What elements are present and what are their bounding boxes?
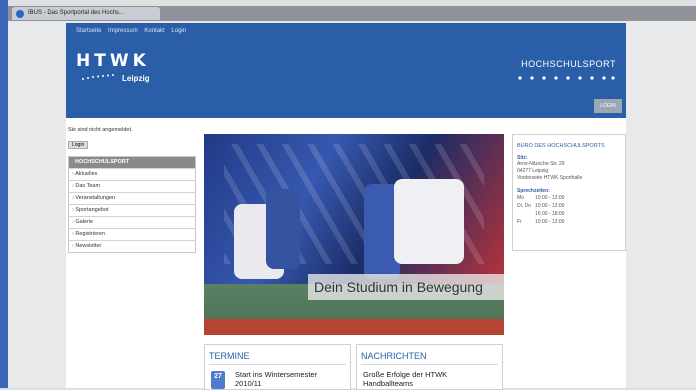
nav-home-link[interactable]: Startseite [76, 28, 101, 34]
hours-row: Fr 10:00 - 12:00 [513, 218, 625, 226]
news-entry-link[interactable]: Große Erfolge der HTWK Handballteams [363, 370, 493, 388]
hero-mat [204, 319, 504, 335]
hours-label: Sprechzeiten: [517, 188, 550, 194]
top-navigation: Startseite Impressum Kontakt Login [76, 28, 191, 34]
office-title: BÜRO DES HOCHSCHULSPORTS [517, 143, 605, 149]
address-line: Vorderseite HTWK Sporthalle [517, 175, 583, 181]
nav-login-link[interactable]: Login [171, 28, 186, 34]
termine-title: TERMINE [209, 351, 250, 361]
sidebar-item-sportangebot[interactable]: Sportangebot [69, 204, 195, 216]
hours-day: Fr [517, 219, 522, 225]
htwk-logo[interactable]: HTWK Leipzig [76, 51, 156, 91]
termine-box: TERMINE 27 Start ins Wintersemester 2010… [204, 344, 351, 390]
termine-entry-link[interactable]: Start ins Wintersemester 2010/11 [235, 370, 345, 388]
window-edge [0, 0, 8, 388]
sidebar-menu-title[interactable]: HOCHSCHULSPORT [69, 157, 195, 168]
sidebar-item-galerie[interactable]: Galerie [69, 216, 195, 228]
calendar-icon: 27 [211, 371, 225, 389]
browser-tab-title: IBUS - Das Sportportal des Hochs... [28, 10, 125, 16]
site-header: Startseite Impressum Kontakt Login HTWK … [66, 23, 626, 118]
hours-row: Mo 10:00 - 12:00 [513, 194, 625, 202]
sidebar-login-button[interactable]: Login [68, 141, 89, 149]
browser-tab-bar: IBUS - Das Sportportal des Hochs... [8, 6, 696, 21]
browser-viewport: Startseite Impressum Kontakt Login HTWK … [8, 21, 696, 390]
sidebar-item-newsletter[interactable]: Newsletter [69, 240, 195, 252]
judoka-figure [266, 189, 300, 269]
news-box: NACHRICHTEN Große Erfolge der HTWK Handb… [356, 344, 503, 390]
sidebar-item-aktuelles[interactable]: Aktuelles [69, 168, 195, 180]
site-title: HOCHSCHULSPORT [521, 59, 616, 69]
address-label: Sitz: [517, 155, 528, 161]
hours-time: 10:00 - 12:00 [535, 195, 565, 201]
hours-row: Di, Do 10:00 - 12:00 [513, 202, 625, 210]
hours-day: Di, Do [517, 203, 531, 209]
nav-impressum-link[interactable]: Impressum [108, 28, 138, 34]
hero-slogan: Dein Studium in Bewegung [314, 279, 483, 295]
favicon-icon [16, 10, 24, 18]
news-title: NACHRICHTEN [361, 351, 427, 361]
office-info-box: BÜRO DES HOCHSCHULSPORTS Sitz: Arno-Nitz… [512, 134, 626, 251]
address-line: Arno-Nitzsche-Str. 29 [517, 161, 565, 167]
login-notice: Sie sind nicht angemeldet. [68, 127, 133, 133]
logo-city: Leipzig [122, 74, 150, 83]
divider [361, 364, 498, 365]
logo-text: HTWK [76, 51, 150, 71]
hours-time: 16:00 - 18:00 [535, 211, 565, 217]
hours-time: 10:00 - 12:00 [535, 219, 565, 225]
browser-tab[interactable]: IBUS - Das Sportportal des Hochs... [12, 7, 160, 20]
hours-day: Mo [517, 195, 524, 201]
login-button[interactable]: LOGIN [594, 99, 622, 113]
hours-time: 10:00 - 12:00 [535, 203, 565, 209]
sidebar-item-registrieren[interactable]: Registrieren [69, 228, 195, 240]
hours-row: 16:00 - 18:00 [513, 210, 625, 218]
nav-kontakt-link[interactable]: Kontakt [144, 28, 164, 34]
judoka-figure [394, 179, 464, 264]
divider [209, 364, 346, 365]
decorative-dots-icon [518, 76, 615, 80]
sidebar-item-team[interactable]: Das Team [69, 180, 195, 192]
sidebar-menu: HOCHSCHULSPORT Aktuelles Das Team Verans… [68, 156, 196, 253]
address-line: 04277 Leipzig [517, 168, 549, 174]
web-page: Startseite Impressum Kontakt Login HTWK … [66, 23, 626, 390]
sidebar-item-veranstaltungen[interactable]: Veranstaltungen [69, 192, 195, 204]
sidebar: Sie sind nicht angemeldet. Login HOCHSCH… [68, 127, 196, 253]
calendar-day: 27 [214, 373, 222, 380]
hero-image: Dein Studium in Bewegung [204, 134, 504, 335]
logo-swoosh-icon [82, 74, 114, 80]
